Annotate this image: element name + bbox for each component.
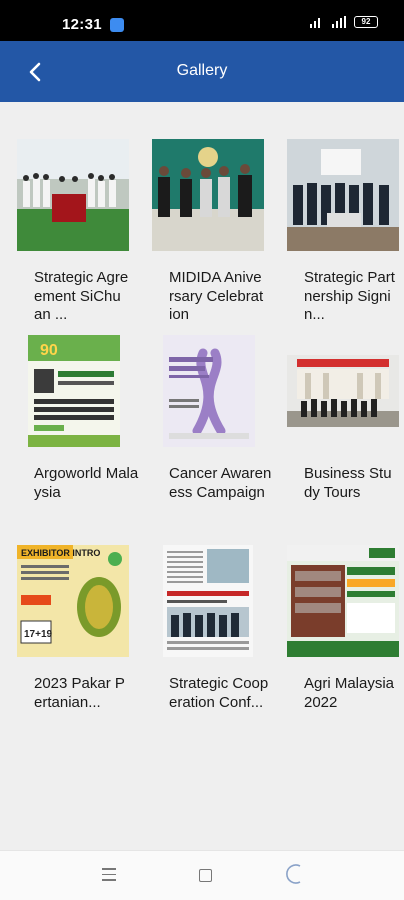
battery-icon: 92 (354, 16, 378, 28)
gallery-item-label: MIDIDA Aniversary Celebration (169, 269, 264, 323)
gallery-thumbnail (287, 139, 399, 251)
gallery-thumbnail: 90 (28, 335, 120, 447)
gallery-item[interactable]: Cancer Awareness Campaign (163, 335, 271, 502)
status-bar: 12:31 92 (0, 0, 404, 41)
gallery-item[interactable]: Business Study Tours (287, 355, 399, 502)
back-icon[interactable] (283, 862, 307, 886)
signal-icon-2 (332, 16, 346, 28)
gallery-item-label: Argoworld Malaysia (34, 465, 139, 501)
svg-text:17+19: 17+19 (24, 629, 53, 640)
app-bar: Gallery (0, 41, 404, 102)
gallery-item-label: Agri Malaysia 2022 (304, 675, 395, 711)
status-icons: 92 (310, 16, 378, 28)
gallery-thumbnail (287, 545, 399, 657)
gallery-item-label: Strategic Cooperation Conf... (169, 675, 269, 711)
gallery-item[interactable]: Strategic Cooperation Conf... (163, 545, 268, 712)
svg-text:EXHIBITOR INTRO: EXHIBITOR INTRO (21, 548, 100, 558)
svg-text:90: 90 (40, 342, 58, 359)
page-title: Gallery (176, 62, 228, 79)
menu-icon[interactable] (102, 868, 116, 882)
signal-icon (310, 16, 324, 28)
gallery-thumbnail (287, 355, 399, 427)
gallery-thumbnail: EXHIBITOR INTRO 17+19 (17, 545, 129, 657)
app-notification-icon (110, 18, 124, 32)
gallery-thumbnail (163, 335, 255, 447)
gallery-item-label: Business Study Tours (304, 465, 392, 501)
gallery-thumbnail (17, 139, 129, 251)
gallery-item[interactable]: 90 Argoworld Malaysia (28, 335, 138, 502)
gallery-item-label: 2023 Pakar Pertanian... (34, 675, 125, 711)
gallery-item-label: Strategic Agreement SiChuan ... (34, 269, 129, 323)
gallery-item[interactable]: MIDIDA Aniversary Celebration (152, 139, 264, 325)
gallery-thumbnail (163, 545, 253, 657)
home-icon[interactable] (199, 869, 212, 882)
gallery-item[interactable]: Strategic Partnership Signin... (287, 139, 399, 325)
gallery-item[interactable]: Strategic Agreement SiChuan ... (17, 139, 129, 325)
system-nav-bar (0, 850, 404, 900)
gallery-item[interactable]: Agri Malaysia 2022 (287, 545, 399, 712)
status-time: 12:31 (62, 16, 102, 33)
gallery-item-label: Cancer Awareness Campaign (169, 465, 272, 501)
gallery-item-label: Strategic Partnership Signin... (304, 269, 395, 323)
gallery-item[interactable]: EXHIBITOR INTRO 17+19 2023 Pakar Pertani… (17, 545, 129, 712)
gallery-thumbnail (152, 139, 264, 251)
